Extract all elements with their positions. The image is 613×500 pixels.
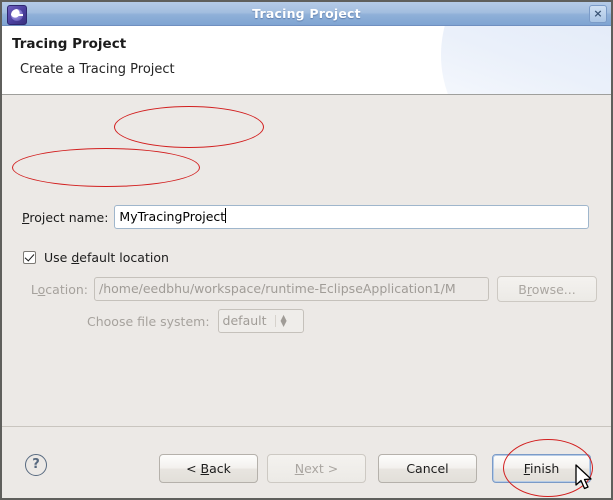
cancel-button[interactable]: Cancel [378,454,477,483]
title-bar: Tracing Project × [2,2,611,26]
header-title: Tracing Project [12,36,127,52]
next-button: Next > [267,454,366,483]
location-label: Location: [30,281,88,297]
location-row: Location: /home/eedbhu/workspace/runtime… [22,276,597,302]
project-name-value: MyTracingProject [119,209,226,224]
chevron-updown-icon: ▲ ▼ [274,314,287,328]
tracing-project-dialog: Tracing Project × Tracing Project Create… [0,0,613,500]
browse-button: Browse... [497,276,597,302]
use-default-location-row[interactable]: Use default location [23,250,169,265]
header-subtitle: Create a Tracing Project [20,62,175,77]
help-icon[interactable]: ? [25,454,47,476]
project-name-row: Project name: MyTracingProject [22,205,590,229]
file-system-row: Choose file system: default ▲ ▼ [87,309,304,333]
finish-button[interactable]: Finish [492,454,591,483]
project-name-input[interactable]: MyTracingProject [114,205,590,229]
location-input: /home/eedbhu/workspace/runtime-EclipseAp… [94,277,489,301]
window-title: Tracing Project [252,6,361,21]
header-decoration-inner [441,26,611,94]
file-system-value: default [222,313,267,328]
use-default-location-label: Use default location [44,250,169,265]
file-system-label: Choose file system: [87,313,210,329]
close-icon[interactable]: × [589,5,607,23]
back-button[interactable]: < Back [159,454,258,483]
use-default-location-checkbox[interactable] [23,251,36,264]
text-caret [225,208,227,223]
file-system-combo: default ▲ ▼ [217,309,304,333]
project-name-label: Project name: [22,209,109,225]
wizard-header: Tracing Project Create a Tracing Project [2,26,611,95]
dialog-body: Project name: MyTracingProject Use defau… [2,95,611,478]
